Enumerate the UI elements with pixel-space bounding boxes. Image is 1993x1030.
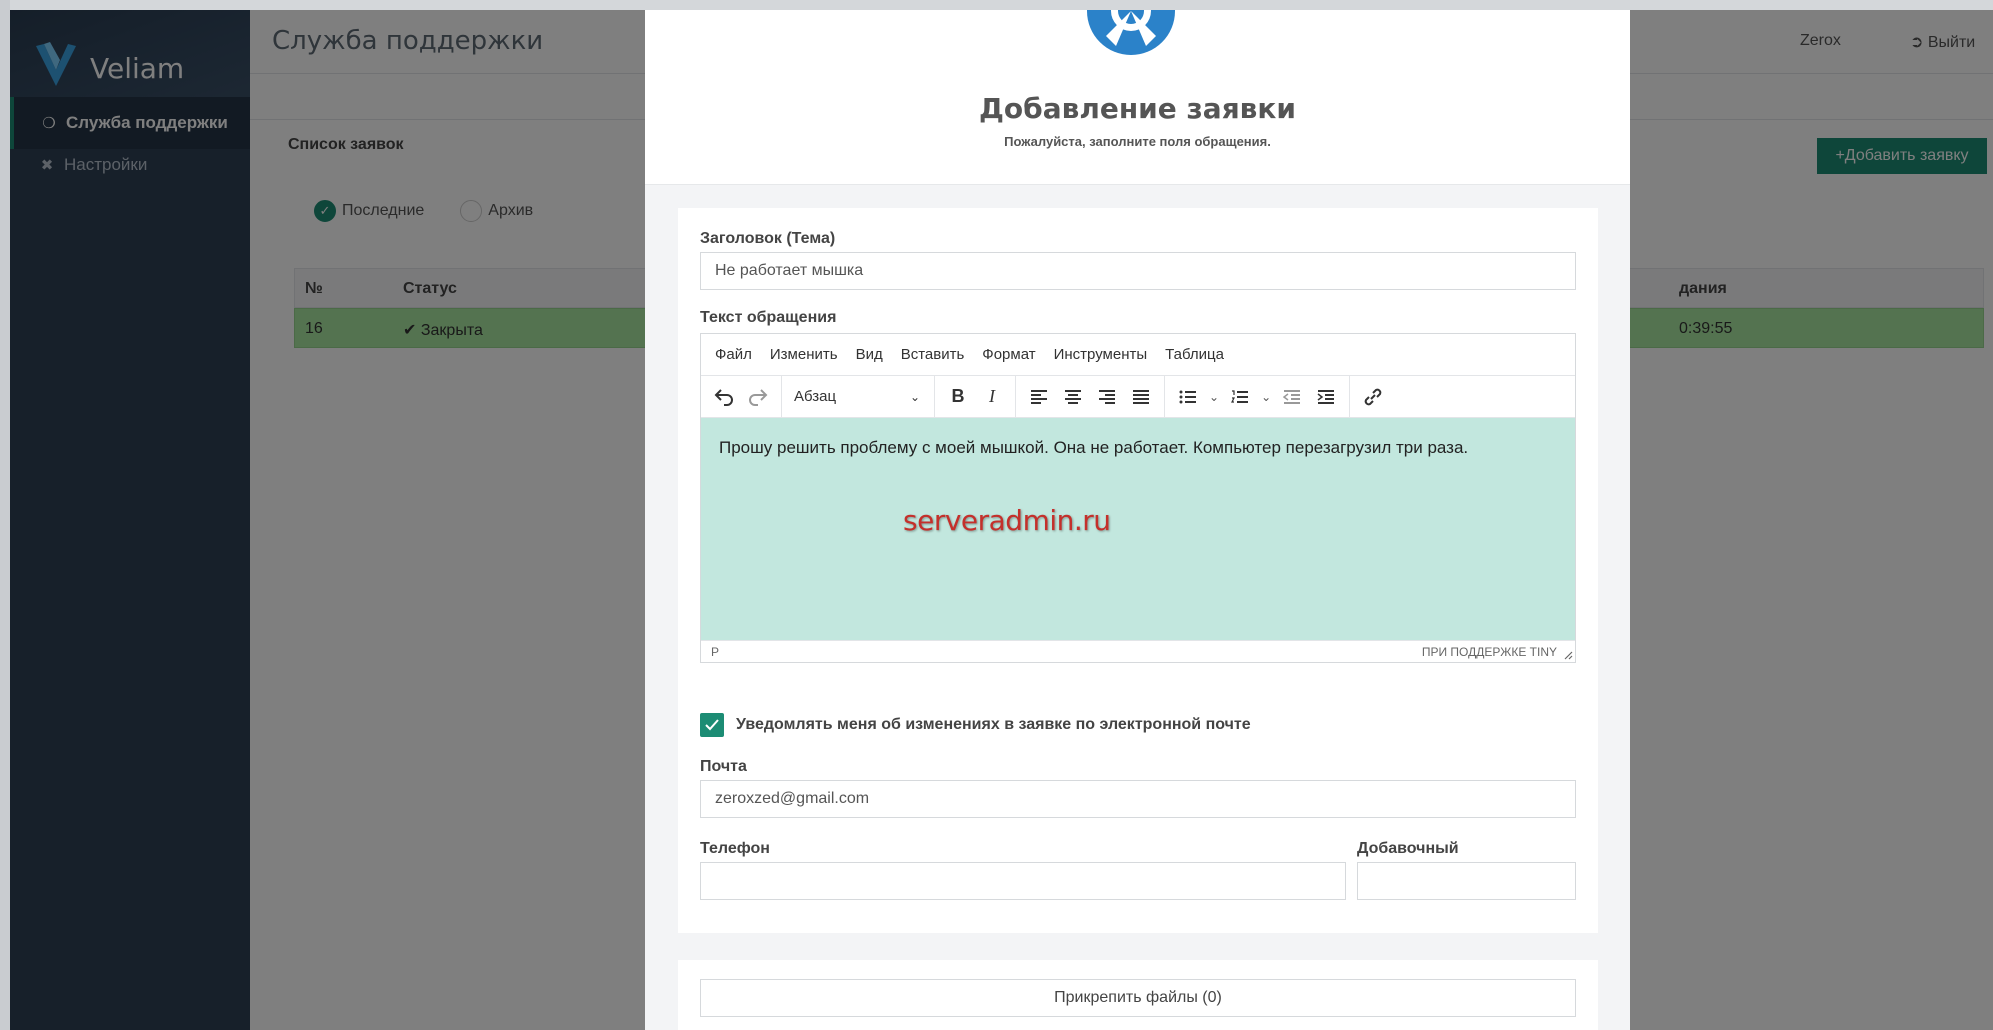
editor-paragraph: Прошу решить проблему с моей мышкой. Она… — [719, 438, 1469, 457]
menu-tools[interactable]: Инструменты — [1054, 346, 1148, 363]
link-group — [1350, 376, 1396, 418]
align-group — [1016, 375, 1165, 418]
link-icon[interactable] — [1356, 381, 1390, 413]
indent-icon[interactable] — [1309, 381, 1343, 413]
list-group: ⌄ ⌄ — [1165, 375, 1351, 418]
modal-subtitle: Пожалуйста, заполните поля обращения. — [1004, 134, 1271, 149]
email-input[interactable] — [700, 780, 1576, 818]
bullet-list-icon[interactable] — [1171, 381, 1205, 413]
phone-input[interactable] — [700, 862, 1346, 900]
italic-icon[interactable]: I — [975, 381, 1009, 413]
outdent-icon[interactable] — [1275, 381, 1309, 413]
editor-menubar: Файл Изменить Вид Вставить Формат Инстру… — [701, 334, 1575, 376]
resize-handle-icon[interactable] — [1563, 650, 1573, 660]
notify-checkbox[interactable] — [700, 713, 724, 737]
phone-label: Телефон — [700, 840, 770, 857]
tiny-branding[interactable]: ПРИ ПОДДЕРЖКЕ TINY — [1422, 645, 1557, 659]
check-icon — [705, 719, 719, 731]
subject-label: Заголовок (Тема) — [700, 230, 836, 247]
editor-statusbar: P ПРИ ПОДДЕРЖКЕ TINY — [701, 640, 1575, 662]
block-format-group: Абзац ⌄ — [782, 375, 935, 418]
modal-header: Добавление заявки Пожалуйста, заполните … — [645, 10, 1630, 185]
align-justify-icon[interactable] — [1124, 381, 1158, 413]
attach-files-button[interactable]: Прикрепить файлы (0) — [700, 979, 1576, 1017]
block-format-value: Абзац — [794, 388, 837, 405]
editor-toolbar: Абзац ⌄ B I ⌄ ⌄ — [701, 375, 1575, 418]
menu-table[interactable]: Таблица — [1165, 346, 1224, 363]
ext-label: Добавочный — [1357, 840, 1459, 857]
add-ticket-modal: Добавление заявки Пожалуйста, заполните … — [645, 10, 1630, 1030]
redo-icon[interactable] — [741, 381, 775, 413]
align-right-icon[interactable] — [1090, 381, 1124, 413]
lifebuoy-icon — [1087, 10, 1175, 55]
history-group — [701, 375, 782, 418]
watermark: serveradmin.ru — [903, 504, 1111, 537]
align-center-icon[interactable] — [1056, 381, 1090, 413]
menu-edit[interactable]: Изменить — [770, 346, 838, 363]
element-path[interactable]: P — [711, 645, 719, 659]
numbered-list-icon[interactable] — [1223, 381, 1257, 413]
rich-text-editor: Файл Изменить Вид Вставить Формат Инстру… — [700, 333, 1576, 663]
subject-input[interactable] — [700, 252, 1576, 290]
ext-input[interactable] — [1357, 862, 1576, 900]
chevron-down-icon[interactable]: ⌄ — [1209, 390, 1219, 404]
chevron-down-icon: ⌄ — [909, 389, 920, 404]
email-label: Почта — [700, 758, 747, 775]
menu-file[interactable]: Файл — [715, 346, 752, 363]
menu-format[interactable]: Формат — [982, 346, 1035, 363]
attachments-section: Прикрепить файлы (0) — [678, 960, 1598, 1030]
undo-icon[interactable] — [707, 381, 741, 413]
editor-content[interactable]: Прошу решить проблему с моей мышкой. Она… — [701, 418, 1575, 640]
modal-title: Добавление заявки — [978, 92, 1297, 125]
message-label: Текст обращения — [700, 309, 837, 326]
window-frame-left — [0, 0, 10, 1030]
chevron-down-icon[interactable]: ⌄ — [1261, 390, 1271, 404]
notify-label[interactable]: Уведомлять меня об изменениях в заявке п… — [736, 716, 1251, 734]
align-left-icon[interactable] — [1022, 381, 1056, 413]
window-frame-top — [0, 0, 1993, 10]
menu-insert[interactable]: Вставить — [901, 346, 965, 363]
bold-icon[interactable]: B — [941, 381, 975, 413]
menu-view[interactable]: Вид — [856, 346, 883, 363]
inline-format-group: B I — [935, 375, 1016, 418]
ticket-form: Заголовок (Тема) Текст обращения Файл Из… — [678, 208, 1598, 933]
block-format-select[interactable]: Абзац ⌄ — [788, 388, 928, 405]
